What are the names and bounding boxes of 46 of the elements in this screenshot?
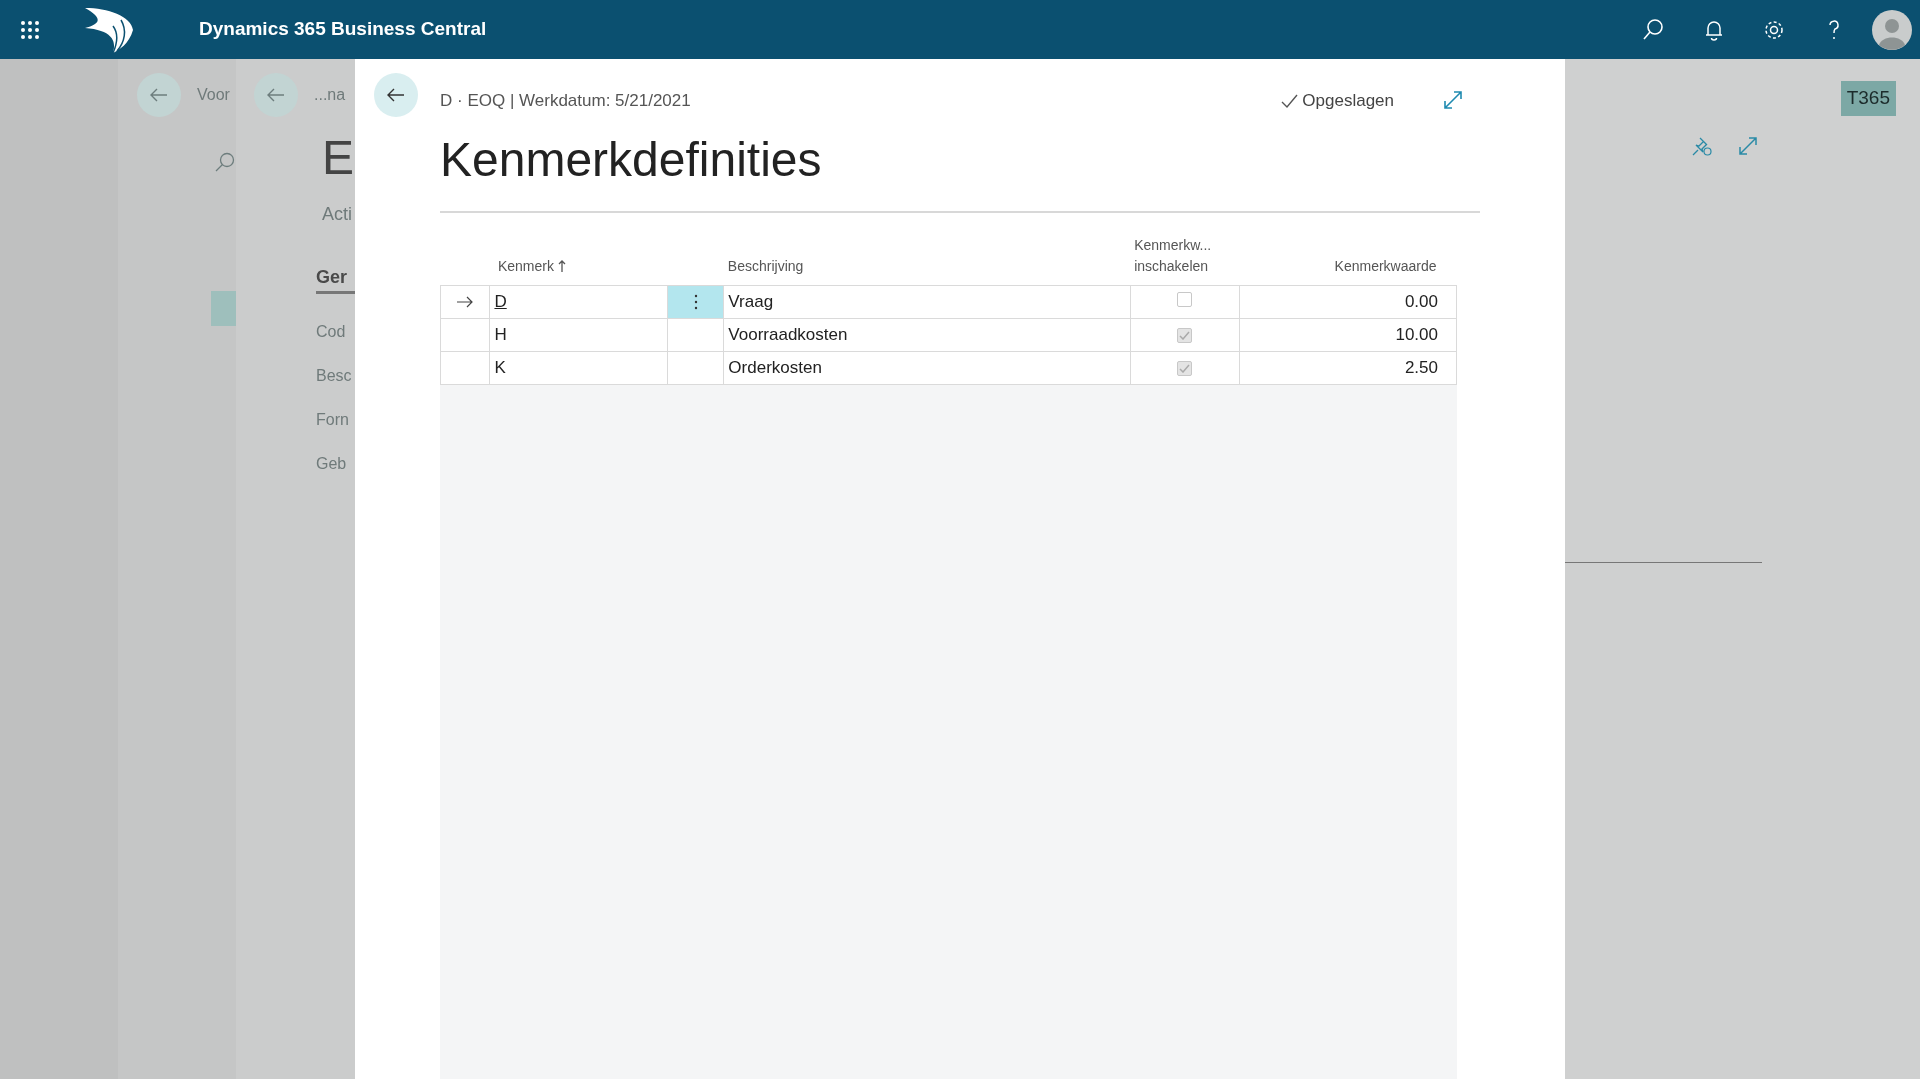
app-title: Dynamics 365 Business Central [199, 17, 487, 42]
checkbox[interactable] [1177, 291, 1193, 307]
expand-icon [1442, 89, 1464, 111]
pin-icon[interactable] [1691, 135, 1713, 157]
breadcrumb: D · EOQ | Werkdatum: 5/21/2021 [440, 90, 691, 113]
table-cell: Orderkosten [723, 351, 1131, 385]
page-title: Kenmerkdefinities [440, 132, 823, 188]
table-cell: 10.00 [1239, 318, 1457, 352]
current-row-arrow-icon [456, 295, 475, 310]
field-label: Cod [316, 321, 347, 342]
more-options-icon [693, 294, 698, 311]
expand-button[interactable] [1442, 89, 1464, 111]
checkmark-icon [1280, 93, 1299, 109]
table-cell: K [489, 351, 668, 385]
table-cell: H [489, 318, 668, 352]
back-button[interactable] [374, 73, 418, 117]
selected-row-marker [211, 291, 236, 326]
field-label: Besc [316, 365, 353, 386]
table-cell: Vraag [723, 285, 1131, 319]
sort-ascending-icon [557, 260, 566, 273]
table-cell: Voorraadkosten [723, 318, 1131, 352]
column-header[interactable]: Kenmerkwaarde [1334, 255, 1437, 277]
breadcrumb: Voor [197, 85, 230, 105]
table-cell: 2.50 [1239, 351, 1457, 385]
page-title: E [322, 130, 355, 186]
row-selector-cell[interactable] [440, 285, 490, 319]
saved-status: Opgeslagen [1302, 90, 1394, 113]
avatar-icon[interactable] [1872, 9, 1912, 50]
table-cell: 0.00 [1239, 285, 1457, 319]
checkbox[interactable] [1177, 327, 1193, 343]
app-launcher-icon [19, 19, 40, 40]
column-header[interactable]: Kenmerkw... inschakelen [1134, 234, 1225, 277]
search-icon[interactable] [214, 150, 236, 173]
search-icon [1642, 17, 1666, 42]
breadcrumb: ...na [314, 85, 346, 105]
checkbox[interactable] [1177, 360, 1193, 376]
column-header[interactable]: Beschrijving [727, 255, 804, 277]
field-label: Geb [316, 453, 348, 474]
company-badge[interactable]: T365 [1840, 81, 1896, 116]
row-selector-cell[interactable] [440, 318, 490, 352]
table-cell[interactable]: D [489, 285, 668, 319]
expand-icon[interactable] [1737, 135, 1759, 157]
column-header[interactable]: Kenmerk [497, 255, 566, 277]
logo-icon [83, 5, 135, 54]
row-selector-cell[interactable] [440, 351, 490, 385]
field-label: Forn [316, 409, 350, 430]
